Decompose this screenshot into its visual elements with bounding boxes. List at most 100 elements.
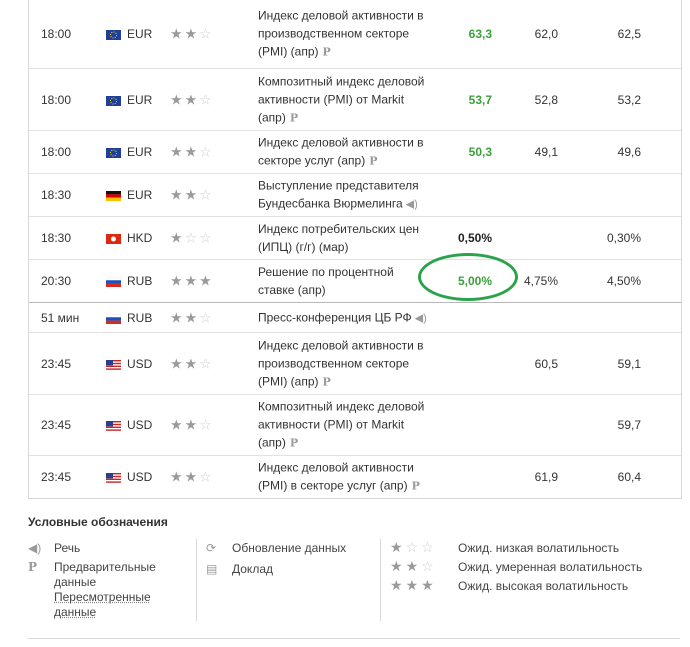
update-icon: ⟳ (206, 541, 217, 555)
forecast-value: 49,1 (534, 145, 558, 159)
table-row[interactable]: 18:30 HKD ★☆☆ Индекс потребительских цен… (29, 216, 681, 259)
ru-flag-icon (105, 276, 122, 287)
currency-code: EUR (127, 188, 153, 202)
volatility-stars: ★★☆ (170, 309, 214, 326)
previous-value: 59,1 (617, 356, 641, 371)
table-row[interactable]: 18:00 EUR ★★☆ Композитный индекс деловой… (29, 68, 681, 130)
star-icon: ★ (184, 355, 200, 371)
legend-item-update: ⟳ Обновление данных (206, 541, 347, 555)
event-name[interactable]: Пресс-конференция ЦБ РФ ◀) (258, 308, 433, 327)
star-icon: ★ (390, 539, 406, 555)
event-name[interactable]: Индекс деловой активности в секторе услу… (258, 134, 433, 171)
report-icon: ▤ (206, 562, 218, 576)
star-icon: ☆ (421, 539, 437, 555)
bottom-divider (28, 638, 680, 639)
previous-value: 49,6 (617, 145, 641, 159)
event-time: 23:45 (41, 470, 72, 484)
actual-value: 53,7 (468, 92, 492, 107)
event-name[interactable]: Индекс деловой активности в производстве… (258, 336, 433, 391)
table-row[interactable]: 23:45 USD ★★☆ Индекс деловой активности … (29, 455, 681, 498)
us-flag-icon (106, 473, 121, 483)
hk-flag-icon (106, 234, 121, 244)
volatility-stars: ★★★ (170, 273, 214, 290)
preliminary-icon: P (289, 436, 299, 450)
event-time: 18:30 (41, 188, 72, 202)
volatility-stars: ★☆☆ (390, 540, 437, 555)
forecast-value: 62,0 (534, 27, 558, 41)
table-row[interactable]: 18:30 EUR ★★☆ Выступление представителя … (29, 173, 681, 216)
legend-divider (196, 539, 197, 621)
table-row[interactable]: 18:00 EUR ★★☆ Индекс деловой активности … (29, 130, 681, 173)
table-row[interactable]: 51 мин RUB ★★☆ Пресс-конференция ЦБ РФ ◀) (29, 302, 681, 332)
currency-code: USD (127, 418, 153, 432)
volatility-stars: ★★☆ (170, 417, 214, 434)
table-row[interactable]: 18:00 EUR ★★☆ Индекс деловой активности … (29, 0, 681, 68)
event-name[interactable]: Выступление представителя Бундесбанка Вю… (258, 177, 433, 214)
speech-icon: ◀) (405, 198, 418, 211)
star-icon: ☆ (405, 539, 422, 555)
actual-value: 5,00% (457, 274, 492, 288)
volatility-stars: ★★☆ (170, 91, 214, 108)
star-icon: ★ (170, 468, 185, 485)
previous-value: 59,7 (617, 418, 641, 432)
preliminary-icon: P (322, 45, 331, 59)
legend-col-volatility: ★☆☆ Ожид. низкая волатильность ★★☆ Ожид. ум… (390, 540, 680, 598)
currency-code: USD (127, 470, 153, 484)
currency-code: HKD (127, 231, 153, 245)
currency-code: EUR (127, 145, 153, 159)
star-icon: ★ (184, 272, 200, 289)
star-icon: ★ (170, 229, 185, 246)
preliminary-icon: P (322, 375, 331, 388)
volatility-stars: ★★☆ (170, 469, 214, 486)
star-icon: ★ (405, 558, 422, 574)
legend-item-revised[interactable]: Пересмотренные данные (28, 590, 188, 620)
star-icon: ★ (184, 143, 200, 160)
country-flag (105, 276, 122, 287)
forecast-value: 52,8 (534, 92, 558, 107)
star-icon: ☆ (199, 309, 214, 325)
table-row[interactable]: 23:45 USD ★★☆ Индекс деловой активности … (29, 332, 681, 394)
eu-flag-icon (106, 95, 121, 106)
previous-value: 53,2 (617, 92, 641, 107)
event-name[interactable]: Индекс деловой активности (PMI) в сектор… (258, 459, 433, 496)
country-flag (105, 313, 122, 324)
star-icon: ☆ (184, 229, 200, 246)
volatility-stars: ★★☆ (170, 355, 214, 372)
event-time: 18:30 (41, 231, 72, 245)
star-icon: ★ (184, 186, 200, 203)
economic-calendar-table: 18:00 EUR ★★☆ Индекс деловой активности … (28, 0, 682, 499)
star-icon: ★ (405, 577, 422, 593)
country-flag (106, 472, 121, 483)
actual-value: 63,3 (468, 27, 492, 41)
currency-code: EUR (127, 27, 153, 41)
event-time: 23:45 (41, 418, 72, 432)
event-name[interactable]: Композитный индекс деловой активности (P… (258, 72, 433, 127)
star-icon: ★ (170, 272, 185, 289)
table-row[interactable]: 20:30 RUB ★★★ Решение по процентной став… (29, 259, 681, 302)
event-name[interactable]: Решение по процентной ставке (апр) (258, 263, 433, 299)
star-icon: ★ (170, 186, 185, 203)
star-icon: ★ (170, 143, 185, 160)
speech-icon: ◀) (414, 312, 427, 324)
star-icon: ☆ (199, 468, 214, 485)
table-row[interactable]: 23:45 USD ★★☆ Композитный индекс деловой… (29, 394, 681, 455)
star-icon: ★ (184, 25, 200, 42)
volatility-stars: ★★☆ (390, 559, 437, 574)
event-name[interactable]: Композитный индекс деловой активности (P… (258, 398, 433, 453)
legend-item-report: ▤ Доклад (206, 562, 273, 576)
star-icon: ☆ (199, 416, 214, 433)
legend: Условные обозначения ◀) Речь P Предварит… (28, 515, 680, 621)
actual-value: 50,3 (468, 145, 492, 159)
star-icon: ★ (390, 558, 406, 574)
legend-col-types: ⟳ Обновление данных ▤ Доклад (206, 541, 376, 581)
star-icon: ★ (170, 355, 185, 371)
preliminary-icon: P (28, 560, 38, 574)
event-time: 51 мин (41, 310, 80, 325)
star-icon: ★ (170, 309, 185, 325)
legend-item-volatility: ★★★ Ожид. высокая волатильность (390, 577, 629, 594)
event-name[interactable]: Индекс деловой активности в производстве… (258, 7, 433, 62)
event-time: 23:45 (41, 356, 72, 371)
us-flag-icon (106, 359, 121, 370)
country-flag (106, 95, 121, 106)
event-name[interactable]: Индекс потребительских цен (ИПЦ) (г/г) (… (258, 220, 433, 256)
